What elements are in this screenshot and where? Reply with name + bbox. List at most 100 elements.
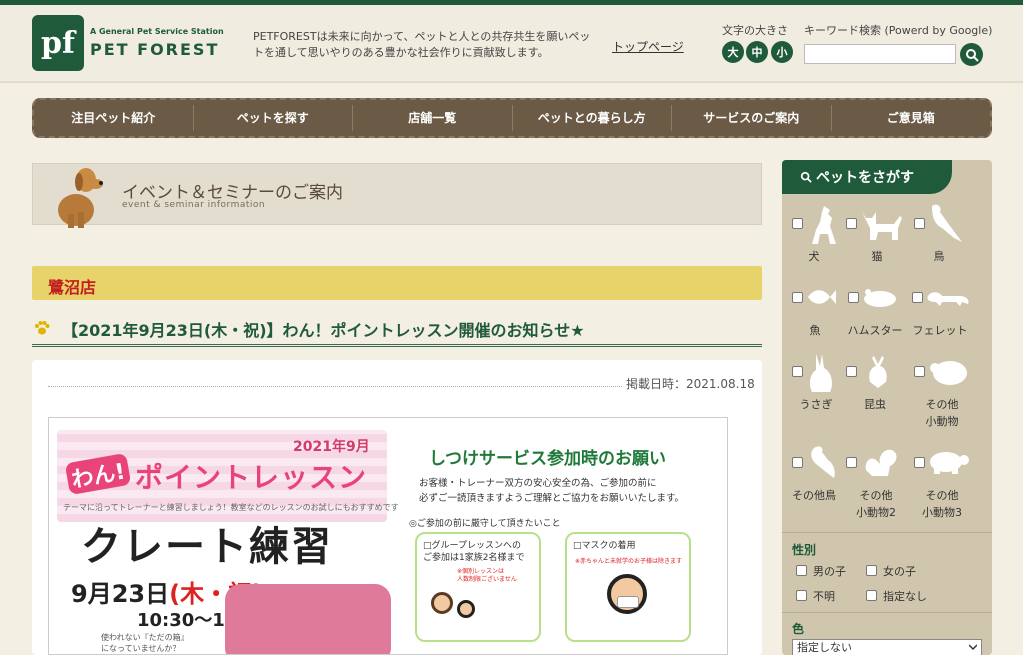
pet-label-bird: 鳥 (933, 250, 945, 263)
pet-checkbox-other-bird[interactable] (792, 457, 803, 468)
flyer-left-panel: 2021年9月 わん! ポイントレッスン テーマに沿ってトレーナーと練習しましょ… (49, 418, 399, 654)
ferret-icon (927, 292, 969, 306)
pet-label-small-animal: その他 小動物 (916, 398, 968, 429)
search-input[interactable] (804, 44, 956, 64)
dog-icon (812, 206, 836, 244)
page-subtitle: event & seminar information (122, 200, 266, 210)
cat-icon (862, 212, 902, 240)
nav-store-list[interactable]: 店舗一覧 (352, 105, 512, 131)
pet-label-cat: 猫 (871, 250, 883, 263)
card1-note-line2: 人数制限ございません (457, 576, 517, 583)
pet-label-small-animal2-line2: 小動物2 (856, 506, 896, 519)
site-header: pf A General Pet Service Station PET FOR… (0, 5, 1023, 83)
pet-checkbox-rabbit[interactable] (792, 366, 803, 377)
hamster-icon (864, 289, 896, 307)
gender-label-male: 男の子 (813, 565, 846, 578)
search-button[interactable] (960, 43, 983, 66)
pet-checkbox-turtle[interactable] (914, 457, 925, 468)
gender-label-unknown: 不明 (813, 590, 835, 603)
flyer-right-title: しつけサービス参加時のお願い (429, 449, 666, 469)
color-label: 色 (792, 622, 805, 636)
pet-label-small-animal2: その他 小動物2 (850, 489, 902, 520)
gender-checkbox-female[interactable] (866, 565, 877, 576)
pet-label-beetle: 昆虫 (864, 398, 886, 411)
person-illustration (431, 592, 453, 614)
flyer-date-prefix: 9月23日 (71, 580, 170, 608)
beetle-icon (869, 356, 887, 388)
pet-label-fish: 魚 (809, 324, 821, 337)
event-flyer-image: 2021年9月 わん! ポイントレッスン テーマに沿ってトレーナーと練習しましょ… (48, 417, 728, 655)
other-bird-icon (811, 446, 835, 478)
paw-icon (35, 321, 50, 335)
pet-label-rabbit: うさぎ (799, 398, 833, 411)
pet-checkbox-fish[interactable] (792, 292, 803, 303)
dog-illustration (58, 168, 103, 228)
pet-checkbox-beetle[interactable] (846, 366, 857, 377)
font-size-large-button[interactable]: 大 (722, 41, 744, 63)
pet-label-ferret: フェレット (912, 324, 968, 337)
flyer-question-line2: になっていませんか？ (101, 644, 181, 653)
nav-services[interactable]: サービスのご案内 (671, 105, 831, 131)
mask-illustration (617, 596, 639, 608)
nav-living-with-pets[interactable]: ペットとの暮らし方 (511, 105, 672, 131)
flyer-right-text-line2: 必ずご一読頂きますようご理解とご協力をお願いいたします。 (419, 493, 685, 504)
color-select[interactable]: 指定しない (792, 639, 982, 655)
search-icon (800, 171, 812, 183)
pet-checkbox-ferret[interactable] (912, 292, 923, 303)
gender-checkbox-any[interactable] (866, 590, 877, 601)
pet-checkbox-hamster[interactable] (848, 292, 859, 303)
main-nav: 注目ペット紹介 ペットを探す 店舗一覧 ペットとの暮らし方 サービスのご案内 ご… (32, 98, 992, 138)
store-bar (32, 266, 762, 300)
site-logo[interactable]: pf A General Pet Service Station PET FOR… (32, 15, 224, 75)
site-tagline: PETFORESTは未来に向かって、ペットと人との共存共生を願いペットを通して思… (253, 30, 591, 59)
nav-featured-pets[interactable]: 注目ペット紹介 (34, 105, 193, 131)
card1-title: □グループレッスンへの ご参加は1家族2名様まで (423, 540, 524, 564)
fish-icon (808, 290, 836, 304)
bird-icon (932, 204, 962, 242)
flyer-right-subheading: ◎ご参加の前に厳守して頂きたいこと (409, 519, 561, 529)
gender-label-female: 女の子 (883, 565, 916, 578)
squirrel-icon (865, 449, 897, 476)
gender-checkbox-unknown[interactable] (796, 590, 807, 601)
flyer-point-lesson: ポイントレッスン (135, 461, 368, 494)
pet-label-small-animal-line1: その他 (925, 398, 959, 411)
post-date: 掲載日時：2021.08.18 (622, 375, 755, 392)
store-name: 鷺沼店 (48, 278, 97, 297)
flyer-question: 使われない『ただの箱』 になっていませんか？ (101, 632, 189, 654)
font-size-medium-button[interactable]: 中 (746, 41, 768, 63)
card1-title-line1: □グループレッスンへの (423, 541, 521, 551)
gender-label: 性別 (792, 543, 817, 557)
pet-checkbox-small-animal[interactable] (914, 366, 925, 377)
logo-name: PET FOREST (90, 40, 220, 59)
logo-mark: pf (32, 15, 84, 71)
sidebar-divider (782, 612, 992, 613)
logo-tagline-small: A General Pet Service Station (90, 27, 224, 36)
font-size-small-button[interactable]: 小 (771, 41, 793, 63)
pet-search-heading: ペットをさがす (782, 160, 952, 194)
nav-find-pets[interactable]: ペットを探す (192, 105, 353, 131)
flyer-card-mask: □マスクの着用 ※赤ちゃんと未就学のお子様は除きます (565, 532, 691, 642)
pet-checkbox-bird[interactable] (914, 218, 925, 229)
pet-checkbox-dog[interactable] (792, 218, 803, 229)
top-page-link[interactable]: トップページ (612, 38, 684, 55)
nav-feedback[interactable]: ご意見箱 (830, 105, 991, 131)
pet-checkbox-cat[interactable] (846, 218, 857, 229)
flyer-note: テーマに沿ってトレーナーと練習しましょう！教室などのレッスンのお試しにもおすすめ… (63, 503, 399, 512)
search-label: キーワード検索 (Powerd by Google) (804, 24, 993, 37)
gender-checkbox-male[interactable] (796, 565, 807, 576)
child-illustration (457, 600, 475, 618)
turtle-icon (930, 452, 969, 474)
flyer-right-text: お客様・トレーナー双方の安心安全の為、ご参加の前に 必ずご一読頂きますようご理解… (419, 476, 684, 506)
search-icon (965, 48, 979, 62)
pet-checkbox-squirrel[interactable] (846, 457, 857, 468)
card1-title-line2: ご参加は1家族2名様まで (423, 553, 525, 563)
pet-search-heading-text: ペットをさがす (816, 170, 914, 186)
pet-label-small-animal3: その他 小動物3 (916, 489, 968, 520)
pet-label-dog: 犬 (808, 250, 820, 263)
card1-note: ※個別レッスンは 人数制限ございません (457, 568, 517, 584)
color-select-value: 指定しない (797, 641, 852, 654)
flyer-card-group-lesson: □グループレッスンへの ご参加は1家族2名様まで ※個別レッスンは 人数制限ござ… (415, 532, 541, 642)
pet-label-small-animal3-line2: 小動物3 (922, 506, 962, 519)
post-title[interactable]: 【2021年9月23日(木・祝)】わん！ポイントレッスン開催のお知らせ★ (62, 317, 585, 341)
card2-note: ※赤ちゃんと未就学のお子様は除きます (575, 558, 683, 565)
